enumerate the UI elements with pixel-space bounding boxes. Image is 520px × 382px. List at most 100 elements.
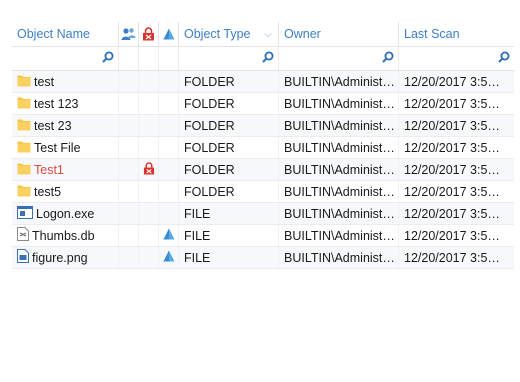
cell-object-name: test5 [12, 181, 119, 202]
cell-object-type: FOLDER [179, 137, 279, 158]
filter-object-type[interactable] [179, 47, 279, 70]
cell-lock [139, 159, 159, 180]
cell-object-type: FOLDER [179, 71, 279, 92]
image-file-icon [17, 249, 29, 266]
exe-file-icon [17, 205, 33, 222]
table-row[interactable]: test5 FOLDER BUILTIN\Administ… 12/20/2017 3… [12, 181, 514, 203]
folder-icon [17, 162, 31, 178]
object-type-label: FILE [184, 228, 211, 243]
last-scan-label: 12/20/2017 3:5… [404, 206, 500, 221]
db-file-icon [17, 227, 29, 244]
cell-owner: BUILTIN\Administ… [279, 115, 399, 136]
table-row[interactable]: Test1 FOLDER BUILTIN\Administ… 12/20/2017 3… [12, 159, 514, 181]
cell-last-scan: 12/20/2017 3:5… [399, 93, 514, 114]
grid-body: test FOLDER BUILTIN\Administ… 12/20/2017 3:… [12, 71, 514, 269]
owner-label: BUILTIN\Administ… [284, 118, 395, 133]
table-row[interactable]: figure.png FILE BUILTIN\Administ… 12/20/201… [12, 247, 514, 269]
column-header-object-type[interactable]: Object Type ⌵ [179, 22, 279, 46]
cell-object-type: FILE [179, 225, 279, 246]
column-header-label: Owner [284, 27, 321, 41]
cell-object-type: FILE [179, 203, 279, 224]
cell-owner: BUILTIN\Administ… [279, 225, 399, 246]
search-icon[interactable] [498, 51, 510, 66]
object-type-label: FILE [184, 206, 211, 221]
cell-owner: BUILTIN\Administ… [279, 71, 399, 92]
last-scan-label: 12/20/2017 3:5… [404, 250, 500, 265]
cell-triangle [159, 159, 179, 180]
table-row[interactable]: test 23 FOLDER BUILTIN\Administ… 12/20/2017… [12, 115, 514, 137]
cell-lock [139, 225, 159, 246]
cell-object-name: test 23 [12, 115, 119, 136]
cell-triangle [159, 137, 179, 158]
column-header-last-scan[interactable]: Last Scan [399, 22, 514, 46]
cell-object-type: FILE [179, 247, 279, 268]
table-row[interactable]: Test File FOLDER BUILTIN\Administ… 12/20/20… [12, 137, 514, 159]
column-header-users[interactable] [119, 22, 139, 46]
object-name-label: test [34, 74, 55, 89]
cell-last-scan: 12/20/2017 3:5… [399, 115, 514, 136]
triangle-icon [163, 250, 175, 265]
object-type-label: FOLDER [184, 96, 235, 111]
cell-object-type: FOLDER [179, 159, 279, 180]
object-name-label: figure.png [32, 250, 88, 265]
object-name-label: test 23 [34, 118, 72, 133]
cell-object-type: FOLDER [179, 181, 279, 202]
column-header-object-name[interactable]: Object Name [12, 22, 119, 46]
cell-object-name: Logon.exe [12, 203, 119, 224]
cell-last-scan: 12/20/2017 3:5… [399, 181, 514, 202]
cell-object-name: Test1 [12, 159, 119, 180]
search-icon[interactable] [382, 51, 394, 66]
cell-lock [139, 181, 159, 202]
search-icon[interactable] [262, 51, 274, 66]
object-name-label: Logon.exe [36, 206, 95, 221]
owner-label: BUILTIN\Administ… [284, 206, 395, 221]
table-row[interactable]: test FOLDER BUILTIN\Administ… 12/20/2017 3:… [12, 71, 514, 93]
cell-lock [139, 115, 159, 136]
last-scan-label: 12/20/2017 3:5… [404, 74, 500, 89]
cell-last-scan: 12/20/2017 3:5… [399, 203, 514, 224]
users-icon [121, 28, 136, 40]
cell-users [119, 159, 139, 180]
cell-users [119, 225, 139, 246]
table-row[interactable]: Logon.exe FILE BUILTIN\Administ… 12/20/2017… [12, 203, 514, 225]
column-header-owner[interactable]: Owner [279, 22, 399, 46]
owner-label: BUILTIN\Administ… [284, 74, 395, 89]
cell-object-type: FOLDER [179, 93, 279, 114]
cell-owner: BUILTIN\Administ… [279, 181, 399, 202]
cell-triangle [159, 71, 179, 92]
object-name-label: Test1 [34, 162, 64, 177]
object-name-label: Thumbs.db [32, 228, 95, 243]
owner-label: BUILTIN\Administ… [284, 96, 395, 111]
cell-owner: BUILTIN\Administ… [279, 247, 399, 268]
cell-users [119, 181, 139, 202]
cell-last-scan: 12/20/2017 3:5… [399, 137, 514, 158]
table-row[interactable]: test 123 FOLDER BUILTIN\Administ… 12/20/201… [12, 93, 514, 115]
folder-icon [17, 140, 31, 156]
column-header-lock[interactable] [139, 22, 159, 46]
cell-users [119, 115, 139, 136]
search-icon[interactable] [102, 51, 114, 66]
lock-icon [143, 27, 154, 41]
cell-last-scan: 12/20/2017 3:5… [399, 159, 514, 180]
last-scan-label: 12/20/2017 3:5… [404, 184, 500, 199]
column-header-label: Last Scan [404, 27, 460, 41]
filter-object-name[interactable] [12, 47, 119, 70]
cell-object-name: test [12, 71, 119, 92]
cell-users [119, 203, 139, 224]
object-type-label: FOLDER [184, 74, 235, 89]
last-scan-label: 12/20/2017 3:5… [404, 162, 500, 177]
cell-users [119, 93, 139, 114]
cell-lock [139, 247, 159, 268]
chevron-down-icon[interactable]: ⌵ [264, 29, 272, 40]
filter-owner[interactable] [279, 47, 399, 70]
object-name-label: Test File [34, 140, 81, 155]
cell-lock [139, 93, 159, 114]
filter-last-scan[interactable] [399, 47, 514, 70]
cell-lock [139, 71, 159, 92]
last-scan-label: 12/20/2017 3:5… [404, 96, 500, 111]
table-row[interactable]: Thumbs.db FILE BUILTIN\Administ… 12/20/2017… [12, 225, 514, 247]
column-header-triangle[interactable] [159, 22, 179, 46]
filter-lock [139, 47, 159, 70]
last-scan-label: 12/20/2017 3:5… [404, 140, 500, 155]
folder-icon [17, 118, 31, 134]
